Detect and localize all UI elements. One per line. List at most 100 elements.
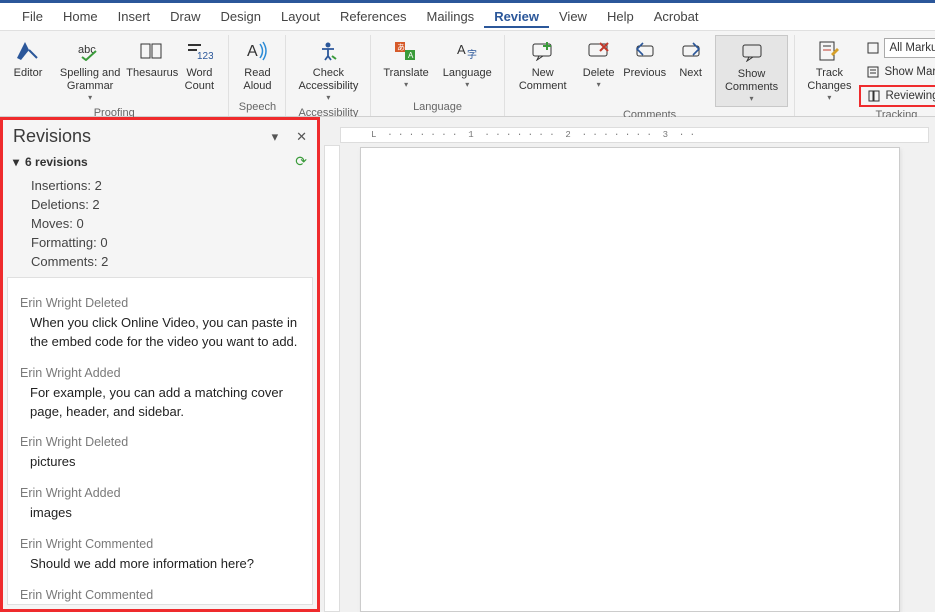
menu-view[interactable]: View (549, 5, 597, 28)
menu-mailings[interactable]: Mailings (417, 5, 485, 28)
revision-author: Erin Wright Added (20, 486, 300, 500)
editor-button[interactable]: Editor (6, 35, 50, 82)
reviewingpane-button[interactable]: Reviewing Pane▾ (859, 85, 935, 107)
trackchanges-button[interactable]: Track Changes▾ (801, 35, 857, 105)
spelling-button[interactable]: abc Spelling and Grammar▾ (52, 35, 128, 105)
newcomment-icon (529, 37, 557, 65)
translate-icon: あA (392, 37, 420, 65)
chevron-down-icon: ▾ (750, 94, 754, 104)
showcomments-icon (738, 38, 766, 66)
wordcount-icon: 123 (185, 37, 213, 65)
stat-formatting: Formatting: 0 (13, 233, 307, 252)
revision-author: Erin Wright Deleted (20, 435, 300, 449)
revision-content: images (20, 504, 300, 523)
group-tracking: Track Changes▾ All Markup▾ Show Markup▾ … (795, 35, 935, 116)
markup-select[interactable]: All Markup▾ (859, 37, 935, 59)
menu-insert[interactable]: Insert (108, 5, 161, 28)
menu-acrobat[interactable]: Acrobat (644, 5, 709, 28)
showmarkup-icon (866, 65, 880, 79)
menu-home[interactable]: Home (53, 5, 108, 28)
prevcomment-button[interactable]: Previous (623, 35, 667, 82)
chevron-down-icon[interactable]: ▾ (272, 129, 279, 145)
language-icon: A字 (453, 37, 481, 65)
revision-entry[interactable]: Erin Wright Added images (20, 486, 300, 523)
showmarkup-button[interactable]: Show Markup▾ (859, 61, 935, 83)
nextcomment-button[interactable]: Next (669, 35, 713, 82)
revision-author: Erin Wright Deleted (20, 296, 300, 310)
group-speech: A Read Aloud Speech (229, 35, 286, 116)
revision-content: Should we add more information here? (20, 555, 300, 574)
svg-text:A: A (457, 42, 466, 57)
thesaurus-icon (138, 37, 166, 65)
stat-insertions: Insertions: 2 (13, 176, 307, 195)
revision-entry[interactable]: Erin Wright Commented Should we add more… (20, 537, 300, 574)
deletecomment-icon (585, 37, 613, 65)
svg-text:あ: あ (397, 43, 405, 52)
close-icon[interactable]: ✕ (296, 129, 307, 145)
revision-content: When you click Online Video, you can pas… (20, 314, 300, 352)
newcomment-button[interactable]: New Comment (511, 35, 575, 95)
chevron-down-icon: ▾ (88, 93, 92, 103)
menu-layout[interactable]: Layout (271, 5, 330, 28)
menu-review[interactable]: Review (484, 5, 549, 28)
group-comments: New Comment Delete▾ Previous Next Show C… (505, 35, 796, 116)
group-proofing: Editor abc Spelling and Grammar▾ Thesaur… (0, 35, 229, 116)
vertical-ruler[interactable] (324, 145, 340, 612)
menu-design[interactable]: Design (211, 5, 271, 28)
svg-text:A: A (247, 43, 258, 60)
revision-entry[interactable]: Erin Wright Added For example, you can a… (20, 366, 300, 422)
menu-draw[interactable]: Draw (160, 5, 210, 28)
svg-text:字: 字 (467, 48, 477, 61)
next-icon (677, 37, 705, 65)
stat-comments: Comments: 2 (13, 252, 307, 271)
menu-references[interactable]: References (330, 5, 416, 28)
markup-select-icon (866, 41, 880, 55)
stat-moves: Moves: 0 (13, 214, 307, 233)
refresh-icon[interactable]: ⟳ (295, 153, 307, 170)
accessibility-icon (314, 37, 342, 65)
revisions-summary: Insertions: 2 Deletions: 2 Moves: 0 Form… (3, 174, 317, 277)
readaloud-button[interactable]: A Read Aloud (235, 35, 279, 95)
ribbon: Editor abc Spelling and Grammar▾ Thesaur… (0, 31, 935, 117)
chevron-down-icon: ▾ (404, 80, 408, 90)
group-language: あA Translate▾ A字 Language▾ Language (371, 35, 504, 116)
svg-text:123: 123 (197, 51, 213, 61)
menu-bar: File Home Insert Draw Design Layout Refe… (0, 3, 935, 31)
revision-entry[interactable]: Erin Wright Deleted When you click Onlin… (20, 296, 300, 352)
revision-author: Erin Wright Added (20, 366, 300, 380)
thesaurus-button[interactable]: Thesaurus (130, 35, 174, 82)
accessibility-button[interactable]: Check Accessibility▾ (292, 35, 364, 105)
document-page[interactable] (360, 147, 900, 612)
group-label-language: Language (413, 99, 462, 116)
readaloud-icon: A (243, 37, 271, 65)
language-button[interactable]: A字 Language▾ (437, 35, 498, 92)
svg-text:A: A (408, 51, 414, 60)
chevron-down-icon: ▾ (465, 80, 469, 90)
document-surface: L · · · · · · · 1 · · · · · · · 2 · · · … (320, 117, 935, 612)
revision-entry[interactable]: Erin Wright Commented I will do some res… (20, 588, 300, 605)
deletecomment-button[interactable]: Delete▾ (577, 35, 621, 92)
horizontal-ruler[interactable]: L · · · · · · · 1 · · · · · · · 2 · · · … (340, 127, 929, 143)
revision-entry[interactable]: Erin Wright Deleted pictures (20, 435, 300, 472)
prev-icon (631, 37, 659, 65)
reviewingpane-icon (867, 89, 881, 103)
revisions-pane: Revisions ▾ ✕ ▾ 6 revisions ⟳ Insertions… (0, 117, 320, 612)
trackchanges-icon (815, 37, 843, 65)
showcomments-button[interactable]: Show Comments▾ (715, 35, 789, 107)
chevron-down-icon: ▾ (597, 80, 601, 90)
menu-file[interactable]: File (12, 5, 53, 28)
revisions-title: Revisions (13, 126, 91, 147)
editor-icon (14, 37, 42, 65)
revisions-count: 6 revisions (25, 155, 88, 169)
translate-button[interactable]: あA Translate▾ (377, 35, 434, 92)
revisions-list[interactable]: Erin Wright Deleted When you click Onlin… (7, 277, 313, 605)
menu-help[interactable]: Help (597, 5, 644, 28)
wordcount-button[interactable]: 123 Word Count (176, 35, 222, 95)
chevron-down-icon: ▾ (827, 93, 831, 103)
revision-author: Erin Wright Commented (20, 537, 300, 551)
spelling-icon: abc (76, 37, 104, 65)
revision-content: pictures (20, 453, 300, 472)
chevron-down-icon[interactable]: ▾ (13, 155, 19, 169)
stat-deletions: Deletions: 2 (13, 195, 307, 214)
group-label-speech: Speech (239, 99, 276, 116)
